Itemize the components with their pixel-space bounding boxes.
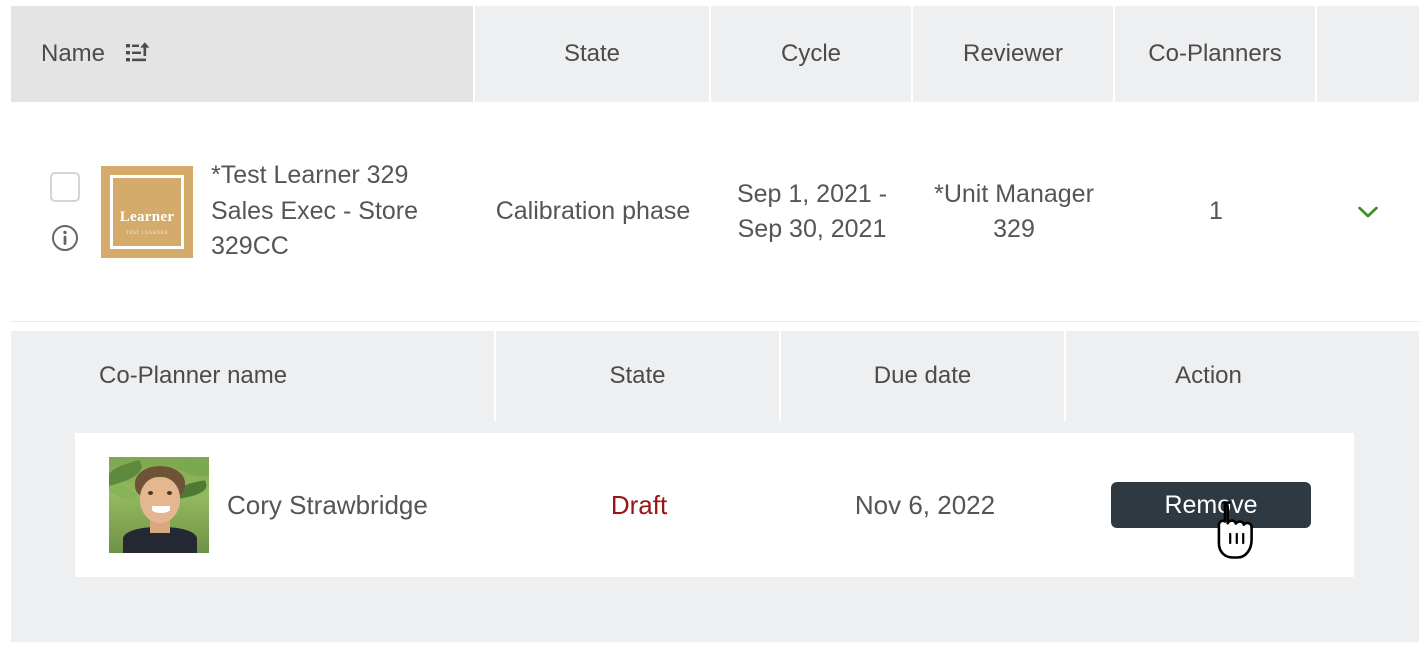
column-header-reviewer[interactable]: Reviewer	[913, 6, 1115, 102]
cell-cycle: Sep 1, 2021 - Sep 30, 2021	[736, 180, 888, 243]
thumbnail-title: Learner	[119, 208, 175, 225]
cell-state: Calibration phase	[495, 197, 691, 226]
column-header-name-label: Name	[41, 40, 106, 67]
remove-button[interactable]: Remove	[1111, 482, 1311, 528]
column-header-name[interactable]: Name	[11, 6, 475, 102]
coplanners-header-row: Co-Planner name State Due date Action	[11, 331, 1419, 421]
table-header-row: Name State Cycle Reviewer Co-Planners	[11, 6, 1419, 102]
subcolumn-header-action-label: Action	[1175, 362, 1242, 389]
cell-coplanner-name: Cory Strawbridge	[75, 433, 496, 577]
subcolumn-header-coplanner-name-label: Co-Planner name	[99, 362, 288, 389]
avatar	[109, 457, 209, 553]
column-header-coplanners[interactable]: Co-Planners	[1115, 6, 1317, 102]
due-date-label: Nov 6, 2022	[854, 489, 996, 520]
chevron-down-icon[interactable]	[1355, 199, 1381, 225]
thumbnail-subtitle: TEST LEARNER	[125, 230, 169, 236]
cell-reviewer: *Unit Manager 329	[934, 180, 1094, 243]
coplanner-name-label: Cory Strawbridge	[227, 489, 428, 520]
avatar-face	[140, 477, 180, 523]
column-header-reviewer-label: Reviewer	[962, 40, 1064, 67]
subcolumn-header-coplanner-name: Co-Planner name	[11, 331, 496, 421]
avatar-eye	[148, 491, 153, 495]
status-badge: Draft	[610, 489, 668, 520]
avatar-eye	[167, 491, 172, 495]
avatar-mouth	[152, 506, 170, 513]
coplanners-panel: Co-Planner name State Due date Action Co…	[11, 331, 1419, 642]
table-row[interactable]: Learner TEST LEARNER *Test Learner 329 S…	[11, 102, 1419, 322]
row-checkbox[interactable]	[50, 171, 80, 202]
plan-name[interactable]: *Test Learner 329 Sales Exec - Store 329…	[211, 158, 465, 265]
subcolumn-header-action: Action	[1066, 331, 1351, 421]
cell-coplanner-due-date: Nov 6, 2022	[782, 433, 1068, 577]
cell-expand[interactable]	[1317, 102, 1419, 321]
column-header-state[interactable]: State	[475, 6, 711, 102]
foliage-shape	[109, 481, 139, 505]
column-header-state-label: State	[563, 40, 621, 67]
cell-coplanners-count: 1	[1209, 197, 1223, 226]
column-header-cycle[interactable]: Cycle	[711, 6, 913, 102]
info-circle-icon[interactable]	[51, 224, 79, 252]
column-header-expand	[1317, 6, 1419, 102]
cell-name: Learner TEST LEARNER *Test Learner 329 S…	[11, 102, 475, 321]
row-select-group	[41, 171, 89, 252]
column-header-coplanners-label: Co-Planners	[1148, 40, 1282, 67]
plan-thumbnail[interactable]: Learner TEST LEARNER	[101, 165, 193, 258]
table-page: Name State Cycle Reviewer Co-Planners Le…	[0, 0, 1426, 660]
cell-coplanner-action: Remove	[1068, 433, 1354, 577]
column-header-cycle-label: Cycle	[780, 40, 841, 67]
sort-ascending-icon[interactable]	[125, 41, 151, 67]
cell-coplanner-state: Draft	[496, 433, 782, 577]
subcolumn-header-state: State	[496, 331, 781, 421]
subcolumn-header-due-date-label: Due date	[873, 362, 972, 389]
plans-table: Name State Cycle Reviewer Co-Planners Le…	[11, 6, 1419, 322]
coplanner-row: Cory Strawbridge Draft Nov 6, 2022 Remov…	[75, 433, 1354, 577]
subcolumn-header-due-date: Due date	[781, 331, 1066, 421]
subcolumn-header-state-label: State	[609, 362, 666, 389]
